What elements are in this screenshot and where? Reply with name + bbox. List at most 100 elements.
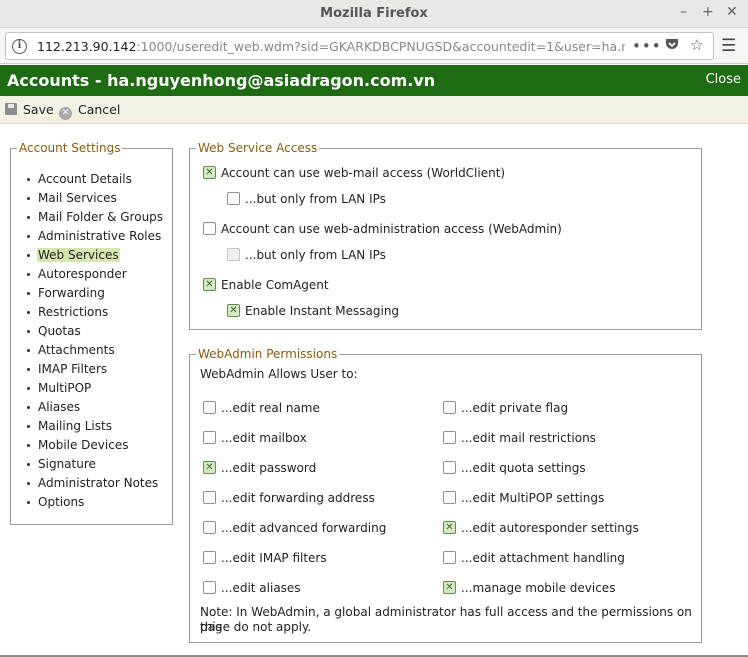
perm-edit-mail-restrictions-label[interactable]: ...edit mail restrictions [461,431,596,445]
web-access-6-enable-instant-messaging-checkbox[interactable] [227,304,240,317]
perm-edit-multipop-settings-checkbox[interactable] [443,491,456,504]
sidebar-item-label: Web Services [37,248,120,262]
perm-edit-attachment-handling-label[interactable]: ...edit attachment handling [461,551,625,565]
account-settings-nav: Account Details Mail Services Mail Folder … [26,172,164,514]
webadmin-permissions-panel: WebAdmin Permissions WebAdmin Allows Use… [189,347,702,643]
web-access-2-but-only-from-lan-ips-label[interactable]: ...but only from LAN IPs [245,192,386,206]
sidebar-item-label: Account Details [38,172,132,186]
web-access-3-account-can-use-web-administration-access-webadmin-checkbox[interactable] [203,222,216,235]
sidebar-item-administrator-notes[interactable]: Administrator Notes [26,476,164,495]
sidebar-item-imap-filters[interactable]: IMAP Filters [26,362,164,381]
perm-edit-attachment-handling-checkbox[interactable] [443,551,456,564]
sidebar-item-mobile-devices[interactable]: Mobile Devices [26,438,164,457]
sidebar-item-mailing-lists[interactable]: Mailing Lists [26,419,164,438]
perm-edit-quota-settings-label[interactable]: ...edit quota settings [461,461,586,475]
close-link[interactable]: Close [706,72,741,87]
sidebar-item-label: Signature [38,457,96,471]
toolbar: Save ✕ Cancel [0,96,748,124]
sidebar-item-web-services[interactable]: Web Services [26,248,164,267]
sidebar-item-label: Mail Services [38,191,117,205]
perm-edit-advanced-forwarding-label[interactable]: ...edit advanced forwarding [221,521,386,535]
perm-edit-password-checkbox[interactable] [203,461,216,474]
sidebar-item-label: IMAP Filters [38,362,108,376]
perm-edit-password-label[interactable]: ...edit password [221,461,316,475]
sidebar-item-label: Mailing Lists [38,419,112,433]
perm-manage-mobile-devices-label[interactable]: ...manage mobile devices [461,581,615,595]
web-service-access-panel: Web Service Access Account can use web-m… [189,141,702,330]
sidebar-item-signature[interactable]: Signature [26,457,164,476]
sidebar-item-mail-services[interactable]: Mail Services [26,191,164,210]
perm-edit-mail-restrictions-checkbox[interactable] [443,431,456,444]
perm-edit-real-name-label[interactable]: ...edit real name [221,401,320,415]
pocket-icon[interactable] [664,36,680,56]
maximize-icon[interactable]: + [702,4,714,20]
sidebar-item-multipop[interactable]: MultiPOP [26,381,164,400]
save-label: Save [23,102,54,117]
window-title: Mozilla Firefox [320,6,428,21]
bookmark-star-icon[interactable]: ☆ [690,36,703,54]
sidebar-item-label: MultiPOP [38,381,92,395]
hamburger-menu-icon[interactable]: ☰ [721,36,736,56]
url-text[interactable]: 112.213.90.142:1000/useredit_web.wdm?sid… [37,39,625,54]
web-access-5-enable-comagent-label[interactable]: Enable ComAgent [221,278,329,292]
perm-edit-imap-filters-checkbox[interactable] [203,551,216,564]
perm-edit-private-flag-checkbox[interactable] [443,401,456,414]
sidebar-item-options[interactable]: Options [26,495,164,514]
sidebar-item-label: Restrictions [38,305,109,319]
more-icon[interactable]: ••• [632,37,662,55]
cancel-button[interactable]: ✕ Cancel [59,102,120,120]
page-title: Accounts - ha.nguyenhong@asiadragon.com.… [7,71,436,90]
perm-manage-mobile-devices-checkbox[interactable] [443,581,456,594]
perm-edit-advanced-forwarding-checkbox[interactable] [203,521,216,534]
sidebar-item-aliases[interactable]: Aliases [26,400,164,419]
perm-edit-aliases-checkbox[interactable] [203,581,216,594]
save-disk-icon [5,103,17,115]
perm-edit-imap-filters-label[interactable]: ...edit IMAP filters [221,551,327,565]
sidebar-item-account-details[interactable]: Account Details [26,172,164,191]
perm-edit-autoresponder-settings-checkbox[interactable] [443,521,456,534]
perm-edit-multipop-settings-label[interactable]: ...edit MultiPOP settings [461,491,604,505]
account-settings-legend: Account Settings [17,141,123,155]
web-access-6-enable-instant-messaging-label[interactable]: Enable Instant Messaging [245,304,399,318]
url-field[interactable]: i 112.213.90.142:1000/useredit_web.wdm?s… [5,32,714,60]
close-icon[interactable]: ✕ [726,4,738,20]
info-icon[interactable]: i [12,39,27,54]
save-button[interactable]: Save [5,102,54,117]
perm-edit-aliases-label[interactable]: ...edit aliases [221,581,301,595]
sidebar-item-label: Administrator Notes [38,476,159,490]
sidebar-item-forwarding[interactable]: Forwarding [26,286,164,305]
cancel-label: Cancel [78,102,121,117]
sidebar-item-label: Autoresponder [38,267,127,281]
perm-edit-mailbox-checkbox[interactable] [203,431,216,444]
perm-edit-forwarding-address-label[interactable]: ...edit forwarding address [221,491,375,505]
web-access-2-but-only-from-lan-ips-checkbox[interactable] [227,192,240,205]
sidebar-item-attachments[interactable]: Attachments [26,343,164,362]
web-access-3-account-can-use-web-administration-access-webadmin-label[interactable]: Account can use web-administration acces… [221,222,562,236]
sidebar-item-label: Mail Folder & Groups [38,210,164,224]
browser-title-bar: Mozilla Firefox – + ✕ [0,0,748,28]
webadmin-intro: WebAdmin Allows User to: [200,367,358,381]
perm-edit-quota-settings-checkbox[interactable] [443,461,456,474]
perm-edit-private-flag-label[interactable]: ...edit private flag [461,401,568,415]
web-access-4-but-only-from-lan-ips-label[interactable]: ...but only from LAN IPs [245,248,386,262]
minimize-icon[interactable]: – [680,4,687,20]
web-access-1-account-can-use-web-mail-access-worldclient-checkbox[interactable] [203,166,216,179]
sidebar-item-label: Attachments [38,343,115,357]
webadmin-permissions-legend: WebAdmin Permissions [196,347,340,361]
sidebar-item-label: Aliases [38,400,81,414]
sidebar-item-quotas[interactable]: Quotas [26,324,164,343]
sidebar-item-label: Mobile Devices [38,438,129,452]
sidebar-item-label: Forwarding [38,286,105,300]
perm-edit-mailbox-label[interactable]: ...edit mailbox [221,431,307,445]
web-access-5-enable-comagent-checkbox[interactable] [203,278,216,291]
app-header: Accounts - ha.nguyenhong@asiadragon.com.… [0,65,748,96]
sidebar-item-autoresponder[interactable]: Autoresponder [26,267,164,286]
perm-edit-forwarding-address-checkbox[interactable] [203,491,216,504]
sidebar-item-administrative-roles[interactable]: Administrative Roles [26,229,164,248]
web-access-1-account-can-use-web-mail-access-worldclient-label[interactable]: Account can use web-mail access (WorldCl… [221,166,505,180]
perm-edit-autoresponder-settings-label[interactable]: ...edit autoresponder settings [461,521,639,535]
sidebar-item-mail-folder-groups[interactable]: Mail Folder & Groups [26,210,164,229]
perm-edit-real-name-checkbox[interactable] [203,401,216,414]
sidebar-item-restrictions[interactable]: Restrictions [26,305,164,324]
sidebar-item-label: Quotas [38,324,81,338]
